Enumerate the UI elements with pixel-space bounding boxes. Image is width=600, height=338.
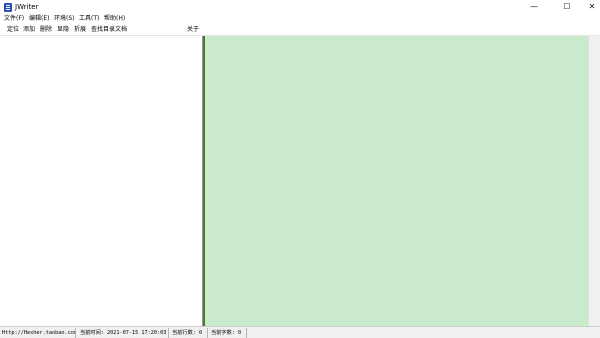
- window-title: JWriter: [15, 3, 39, 11]
- menu-file[interactable]: 文件(F): [4, 14, 24, 24]
- editor-area[interactable]: [205, 36, 588, 326]
- delete-button[interactable]: 删除: [40, 24, 52, 35]
- collapse-expand-button[interactable]: 折展: [74, 24, 86, 35]
- status-char-count: 当前字数: 0: [209, 328, 247, 338]
- add-button[interactable]: 添加: [23, 24, 35, 35]
- toolbar: 定位 添加 删除 显隐 折展 查找目录文档 关于: [0, 24, 600, 36]
- close-button[interactable]: ✕: [579, 0, 600, 14]
- menu-help[interactable]: 帮助(H): [104, 14, 125, 24]
- locate-button[interactable]: 定位: [7, 24, 19, 35]
- app-window: JWriter — ☐ ✕ 文件(F) 编辑(E) 环境(S) 工具(T) 帮助…: [0, 0, 600, 338]
- minimize-button[interactable]: —: [521, 0, 547, 14]
- toggle-visibility-button[interactable]: 显隐: [57, 24, 69, 35]
- about-button[interactable]: 关于: [187, 24, 199, 35]
- menu-edit[interactable]: 编辑(E): [29, 14, 49, 24]
- menu-tools[interactable]: 工具(T): [79, 14, 99, 24]
- find-directory-document-button[interactable]: 查找目录文档: [91, 24, 127, 35]
- maximize-button[interactable]: ☐: [554, 0, 580, 14]
- menu-environment[interactable]: 环境(S): [54, 14, 75, 24]
- status-bar: Http://Hexher.taobao.com 当前时间: 2021-07-1…: [0, 326, 600, 338]
- vertical-scrollbar[interactable]: [588, 36, 600, 326]
- status-line-count: 当前行数: 0: [170, 328, 208, 338]
- document-icon: [4, 3, 12, 12]
- directory-tree-pane[interactable]: [0, 36, 203, 326]
- status-current-time: 当前时间: 2021-07-15 17:20:03: [78, 328, 169, 338]
- menu-bar: 文件(F) 编辑(E) 环境(S) 工具(T) 帮助(H): [0, 14, 600, 24]
- title-bar: JWriter — ☐ ✕: [0, 0, 600, 14]
- status-link[interactable]: Http://Hexher.taobao.com: [0, 328, 76, 338]
